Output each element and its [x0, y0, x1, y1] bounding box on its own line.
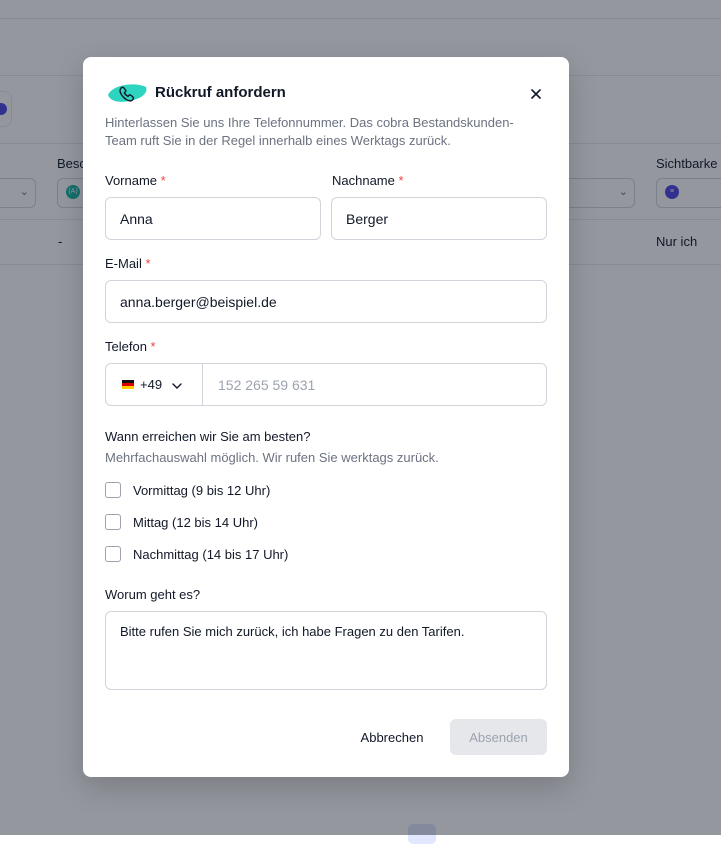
phone-icon: [105, 80, 149, 106]
option-nachmittag[interactable]: Nachmittag (14 bis 17 Uhr): [105, 545, 288, 563]
phone-field: +49: [105, 363, 547, 406]
country-code-select[interactable]: +49: [106, 364, 203, 405]
submit-button[interactable]: Absenden: [450, 719, 547, 755]
firstname-input[interactable]: [105, 197, 321, 240]
checkbox[interactable]: [105, 514, 121, 530]
required-marker: *: [398, 173, 404, 188]
close-icon[interactable]: [525, 83, 547, 105]
firstname-label: Vorname *: [105, 173, 166, 188]
phone-label: Telefon *: [105, 339, 156, 354]
dialog-header: Rückruf anfordern: [105, 80, 547, 106]
lastname-label: Nachname *: [332, 173, 404, 188]
callback-dialog: Rückruf anfordern Hinterlassen Sie uns I…: [83, 57, 569, 777]
option-label: Vormittag (9 bis 12 Uhr): [133, 482, 271, 498]
phone-input[interactable]: [204, 364, 544, 405]
cancel-button[interactable]: Abbrechen: [347, 719, 437, 755]
email-input[interactable]: [105, 280, 547, 323]
option-label: Mittag (12 bis 14 Uhr): [133, 514, 258, 530]
option-label: Nachmittag (14 bis 17 Uhr): [133, 546, 289, 562]
checkbox[interactable]: [105, 482, 121, 498]
option-vormittag[interactable]: Vormittag (9 bis 12 Uhr): [105, 481, 270, 499]
availability-question: Wann erreichen wir Sie am besten?: [105, 429, 311, 444]
germany-flag-icon: [122, 380, 134, 389]
email-label: E-Mail *: [105, 256, 151, 271]
required-marker: *: [160, 173, 166, 188]
dial-code: +49: [140, 377, 163, 392]
chevron-down-icon: [172, 376, 182, 394]
required-marker: *: [145, 256, 151, 271]
topic-textarea[interactable]: Bitte rufen Sie mich zurück, ich habe Fr…: [105, 611, 547, 690]
dialog-title: Rückruf anfordern: [155, 84, 286, 101]
option-mittag[interactable]: Mittag (12 bis 14 Uhr): [105, 513, 258, 531]
dialog-description: Hinterlassen Sie uns Ihre Telefonnummer.…: [105, 115, 514, 148]
required-marker: *: [150, 339, 156, 354]
checkbox[interactable]: [105, 546, 121, 562]
lastname-input[interactable]: [331, 197, 547, 240]
availability-hint: Mehrfachauswahl möglich. Wir rufen Sie w…: [105, 450, 439, 465]
topic-label: Worum geht es?: [105, 587, 201, 602]
